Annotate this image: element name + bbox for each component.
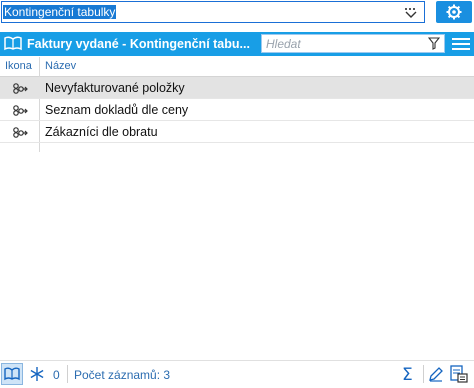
- column-header-ikona[interactable]: Ikona: [5, 60, 32, 72]
- table-row[interactable]: Nevyfakturované položky: [0, 77, 474, 99]
- table-row[interactable]: Zákazníci dle obratu: [0, 121, 474, 143]
- grid-header: Ikona Název: [0, 57, 474, 77]
- divider: [423, 365, 424, 383]
- settings-button[interactable]: [436, 1, 472, 23]
- table-row[interactable]: Seznam dokladů dle ceny: [0, 99, 474, 121]
- search-placeholder: Hledat: [266, 37, 301, 51]
- panel-header: Faktury vydané - Kontingenční tabu... Hl…: [0, 32, 474, 56]
- document-icon[interactable]: [449, 364, 469, 387]
- filter-dropdown-icon[interactable]: [404, 6, 418, 20]
- book-icon: [4, 36, 22, 54]
- snowflake-icon[interactable]: [29, 366, 45, 385]
- book-view-button[interactable]: [1, 363, 23, 385]
- divider: [67, 365, 68, 383]
- book-icon: [4, 367, 20, 381]
- status-bar: 0 Počet záznamů: 3 Σ: [0, 360, 474, 388]
- filter-count: 0: [53, 368, 60, 382]
- view-select[interactable]: Kontingenční tabulky: [1, 1, 425, 23]
- pivot-table-icon: [12, 126, 28, 141]
- search-input[interactable]: Hledat: [261, 34, 445, 53]
- gear-icon: [446, 4, 462, 20]
- pencil-icon[interactable]: [428, 366, 444, 385]
- row-name: Zákazníci dle obratu: [45, 125, 158, 139]
- row-name: Nevyfakturované položky: [45, 81, 185, 95]
- page-title: Faktury vydané - Kontingenční tabu...: [27, 37, 250, 51]
- column-header-nazev[interactable]: Název: [45, 60, 76, 72]
- hamburger-menu-icon[interactable]: [451, 36, 471, 55]
- pivot-table-icon: [12, 82, 28, 97]
- row-name: Seznam dokladů dle ceny: [45, 103, 189, 117]
- sum-icon[interactable]: Σ: [402, 365, 413, 385]
- record-count: Počet záznamů: 3: [74, 368, 171, 382]
- pivot-table-icon: [12, 104, 28, 119]
- view-selector-bar: Kontingenční tabulky: [0, 0, 474, 30]
- data-grid: Ikona Název Nevyfakturované položky Sezn…: [0, 57, 474, 357]
- filter-icon[interactable]: [427, 37, 441, 53]
- view-select-value: Kontingenční tabulky: [3, 5, 117, 19]
